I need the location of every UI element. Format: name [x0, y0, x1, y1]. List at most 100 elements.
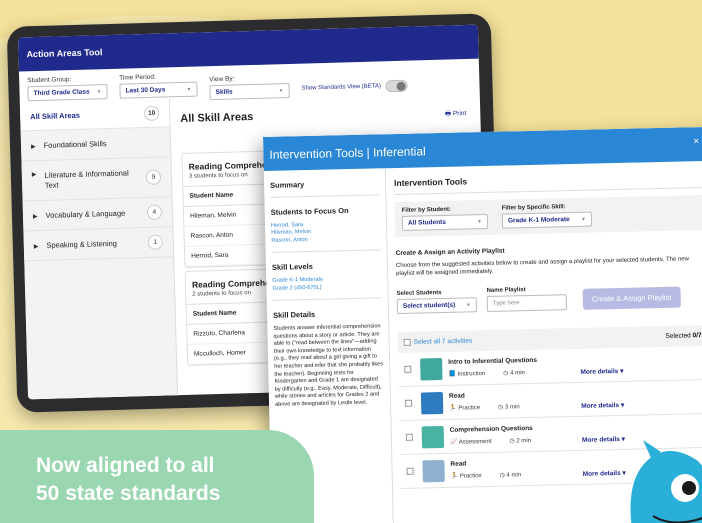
create-playlist-description: Choose from the suggested activities bel… [395, 256, 690, 278]
sidebar-item-all-skill-areas[interactable]: All Skill Areas 10 [19, 99, 170, 132]
select-students-group: Select Students Select student(s) ▼ [396, 289, 478, 315]
caret-right-icon: ▶ [31, 171, 37, 178]
count-badge: 4 [146, 204, 163, 220]
activity-thumbnail [422, 459, 445, 483]
sidebar-item-foundational-skills[interactable]: ▶ Foundational Skills [20, 127, 171, 162]
activity-title: Read [448, 392, 465, 401]
skill-details-heading: Skill Details [272, 309, 316, 320]
activity-checkbox[interactable] [405, 433, 413, 442]
count-badge: 1 [147, 234, 163, 250]
clock-icon: ◷ [503, 370, 509, 377]
filter-by-skill: Filter by Specific Skill: Grade K-1 Mode… [501, 204, 593, 229]
time-period-label: Time Period: [119, 73, 156, 82]
standards-toggle[interactable] [385, 79, 409, 92]
name-playlist-label: Name Playlist [486, 287, 526, 294]
running-icon: 🏃 [449, 405, 457, 413]
view-by-select[interactable]: Skills ▼ [209, 82, 290, 101]
caret-right-icon: ▶ [30, 144, 36, 151]
activity-checkbox[interactable] [405, 399, 413, 408]
activity-info: Intro to Inferential Questions 📘 Instruc… [448, 356, 564, 378]
promo-line-1: Now aligned to all [36, 454, 215, 477]
sidebar-item-speaking-listening[interactable]: ▶ Speaking & Listening 1 [23, 227, 174, 262]
view-by-filter: View By: Skills ▼ [209, 74, 290, 101]
modal-title: Intervention Tools | Inferential [269, 144, 426, 162]
filter-skill-label: Filter by Specific Skill: [501, 204, 566, 212]
promo-line-2: 50 state standards [36, 482, 221, 505]
chevron-down-icon: ▼ [278, 87, 284, 94]
activity-meta: 📘 Instruction ◷ 4 min [448, 370, 525, 379]
activity-title: Comprehension Questions [449, 425, 533, 435]
activity-meta: 🏃 Practice ◷ 3 min [449, 404, 520, 413]
page-title: All Skill Areas [180, 110, 254, 126]
skill-levels-heading: Skill Levels [271, 262, 313, 273]
more-details-link[interactable]: More details ▾ [581, 401, 624, 410]
focus-heading: Students to Focus On [270, 206, 349, 217]
book-icon: 📘 [448, 371, 456, 379]
chevron-down-icon: ▼ [580, 216, 587, 223]
caret-right-icon: ▶ [33, 244, 39, 251]
count-badge: 10 [143, 105, 160, 122]
activity-info: Read 🏃 Practice ◷ 4 min [450, 458, 566, 480]
print-button[interactable]: 🖶 Print [445, 109, 467, 121]
activity-meta: 📈 Assessment ◷ 2 min [449, 438, 532, 447]
assign-row: Select Students Select student(s) ▼ Name … [396, 283, 702, 315]
focus-student-link[interactable]: Rascon, Anton [271, 235, 380, 245]
selected-count: Selected 0/7 [665, 332, 702, 340]
filter-student-label: Filter by Student: [401, 206, 452, 214]
main-panel: All Skill Areas 🖶 Print [180, 105, 480, 125]
monster-mascot-icon [630, 440, 702, 523]
divider [271, 249, 381, 254]
running-icon: 🏃 [450, 473, 459, 481]
skill-sidebar: All Skill Areas 10 ▶ Foundational Skills … [19, 99, 179, 400]
divider [272, 297, 382, 301]
activity-info: Comprehension Questions 📈 Assessment ◷ 2… [450, 424, 566, 446]
sidebar-item-literature[interactable]: ▶ Literature & Informational Text 9 [21, 157, 172, 202]
chevron-down-icon: ▾ [620, 367, 624, 375]
toggle-knob [396, 81, 407, 91]
activity-title: Read [450, 460, 467, 469]
chevron-down-icon: ▾ [620, 401, 625, 409]
activity-thumbnail [420, 391, 444, 415]
filter-student-select[interactable]: All Students ▼ [401, 213, 489, 231]
chevron-down-icon: ▼ [186, 86, 192, 93]
chevron-down-icon: ▼ [96, 88, 102, 95]
select-all-checkbox[interactable]: Select all 7 activities [403, 337, 472, 346]
caret-right-icon: ▶ [32, 214, 38, 221]
summary-heading: Summary [269, 180, 305, 190]
promo-banner: Now aligned to all 50 state standards [0, 430, 314, 523]
name-playlist-group: Name Playlist Type here [486, 286, 568, 312]
student-group-label: Student Group: [27, 76, 72, 85]
modal-filter-box: Filter by Student: All Students ▼ Filter … [394, 195, 702, 238]
activity-thumbnail [421, 425, 445, 449]
activity-checkbox[interactable] [406, 467, 414, 476]
filter-by-student: Filter by Student: All Students ▼ [401, 206, 489, 231]
activity-checkbox[interactable] [404, 365, 412, 374]
student-group-select[interactable]: Third Grade Class ▼ [27, 84, 108, 102]
chevron-down-icon: ▼ [465, 301, 471, 308]
create-assign-playlist-button[interactable]: Create & Assign Playlist [582, 286, 681, 310]
close-icon[interactable]: × [693, 136, 699, 147]
activity-info: Read 🏃 Practice ◷ 3 min [449, 390, 565, 412]
view-by-label: View By: [209, 75, 235, 84]
activity-title: Intro to Inferential Questions [448, 357, 538, 367]
standards-toggle-group: Show Standards View (BETA) [301, 76, 409, 98]
time-period-select[interactable]: Last 30 Days ▼ [119, 81, 198, 99]
chevron-down-icon: ▼ [476, 218, 483, 225]
select-students-dropdown[interactable]: Select student(s) ▼ [396, 297, 478, 315]
create-playlist-heading: Create & Assign an Activity Playlist [395, 247, 505, 258]
skill-details-text: Students answer inferential comprehensio… [273, 323, 384, 408]
sidebar-item-vocabulary[interactable]: ▶ Vocabulary & Language 4 [22, 197, 173, 232]
skill-level-link[interactable]: Grade 2 (450-670L) [272, 283, 381, 293]
clock-icon: ◷ [497, 404, 504, 411]
divider [270, 194, 380, 198]
standards-toggle-label: Show Standards View (BETA) [301, 82, 382, 92]
activity-meta: 🏃 Practice ◷ 4 min [450, 472, 522, 481]
checkbox [403, 338, 411, 346]
filter-skill-select[interactable]: Grade K-1 Moderate ▼ [501, 211, 593, 229]
playlist-name-input[interactable]: Type here [486, 294, 568, 312]
activity-thumbnail [420, 357, 443, 381]
more-details-link[interactable]: More details ▾ [580, 367, 623, 376]
clock-icon: ◷ [509, 438, 515, 445]
select-students-label: Select Students [396, 289, 442, 298]
time-period-filter: Time Period: Last 30 Days ▼ [119, 73, 198, 103]
